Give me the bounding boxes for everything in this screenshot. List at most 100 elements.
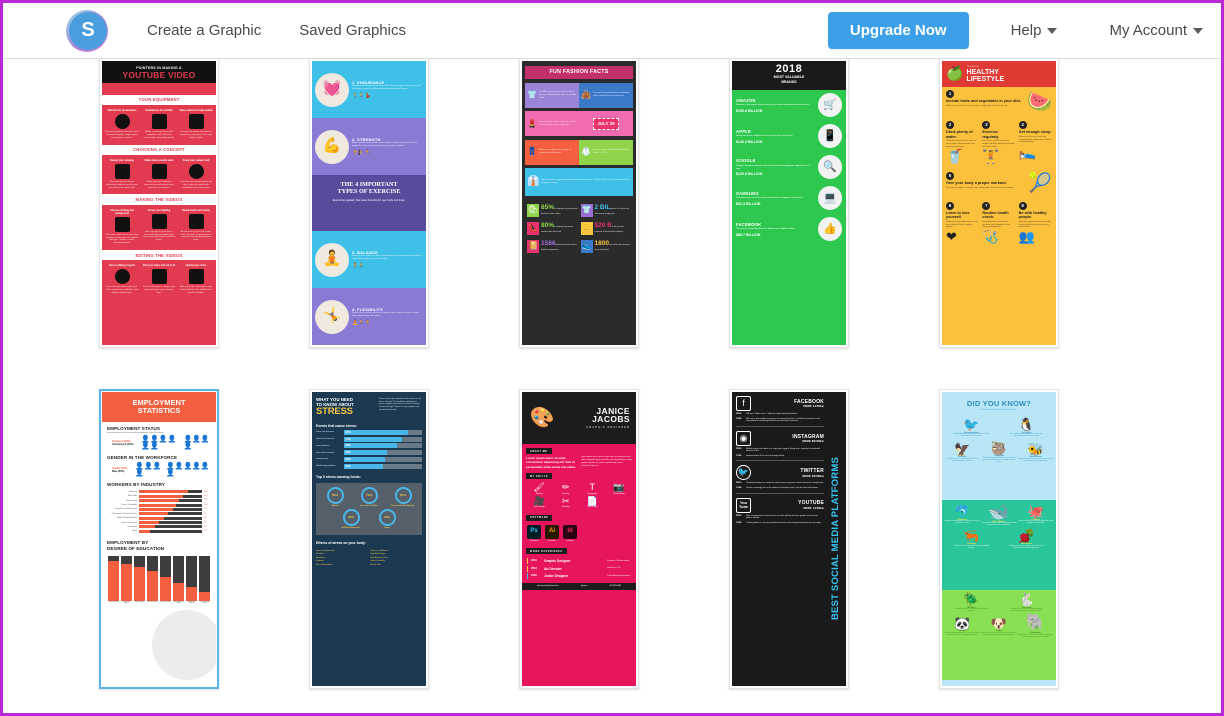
calendar-icon: JULY 29 — [593, 117, 619, 130]
shoe-icon: 👟 — [580, 239, 593, 253]
chevron-down-icon — [1193, 27, 1203, 34]
t7-bar-row: Relationship problems 50% — [312, 463, 426, 471]
thumbsup-icon: 👍 — [818, 217, 842, 242]
t5-header: 🍏 TIPS FOR A HEALTHY LIFESTYLE — [942, 61, 1056, 87]
app-header: S Create a Graphic Saved Graphics Upgrad… — [3, 3, 1221, 59]
t7-donuts-heading: Top 5 stress causing foods: — [316, 474, 361, 479]
t8-header: 🎨 JANICE JACOBS GRAPHIC DESIGNER — [522, 392, 636, 444]
t9-platform-facebook: f FACEBOOK USERS: 2.2 Billion PROS Will ove… — [736, 396, 824, 427]
basket-icon: 🛒 — [818, 93, 842, 118]
heel-icon: 👠 — [527, 221, 539, 235]
t2-tags: 🧍🏃 — [352, 262, 365, 269]
t7-bar-row: Fear and uncertainty 55% — [312, 450, 426, 457]
shirt-icon — [114, 216, 130, 232]
t3-card-strip: 💄 If your lipstick melts in summer, stand… — [525, 111, 633, 137]
lipstick-icon: 💄 — [527, 118, 537, 128]
t2-tags: 🚶🏃💃 — [352, 92, 371, 99]
template-thumbnail: 2018 MOST VALUABLE BRANDS AMAZON Amazon i… — [732, 61, 846, 345]
template-card-stress-infographic[interactable]: WHAT YOU NEED TO KNOW ABOUT STRESS Stres… — [309, 389, 429, 689]
print-icon: 📄 — [586, 495, 598, 506]
apple-icon: 🍏 — [946, 65, 964, 82]
panda-icon: 🐼 — [954, 615, 971, 631]
t3-card-strip: 👕 In 1999 a green dress went to top of th… — [525, 82, 633, 108]
my-account-menu[interactable]: My Account — [1109, 22, 1203, 39]
dog-icon: 🐶 — [990, 615, 1008, 631]
t3-banner: FUN FASHION FACTS — [525, 66, 633, 79]
smartphone-icon — [151, 114, 167, 129]
template-thumbnail: POINTERS IN MAKING A YOUTUBE VIDEO YOUR … — [102, 61, 216, 345]
t3-stats-grid: 🛍 85%of shoppers buy products based on th… — [525, 200, 633, 257]
watermelon-icon: 🍉 — [1027, 90, 1052, 113]
template-card-fun-fashion-facts[interactable]: FUN FASHION FACTS 👕 In 1999 a green dress… — [519, 58, 639, 348]
sleep-icon: 🛌 — [1018, 144, 1037, 161]
webcam-icon — [114, 114, 130, 129]
template-card-healthy-lifestyle[interactable]: 🍏 TIPS FOR A HEALTHY LIFESTYLE 1 Include … — [939, 58, 1059, 348]
template-row-2: EMPLOYMENT STATISTICS EMPLOYMENT STATUS … — [3, 389, 1221, 689]
photoshop-icon: Ps — [527, 524, 541, 539]
t9-vertical-title: BEST SOCIAL MEDIA PLATFORMS — [830, 457, 842, 621]
template-card-four-types-of-exercise[interactable]: 💓 1. ENDURANCE Improve your breathing an… — [309, 58, 429, 348]
stethoscope-icon: 🩺 — [982, 228, 999, 244]
template-card-janice-jacobs-resume[interactable]: 🎨 JANICE JACOBS GRAPHIC DESIGNER ABOUT M… — [519, 389, 639, 689]
browser-viewport: S Create a Graphic Saved Graphics Upgrad… — [0, 0, 1224, 716]
play-icon — [188, 269, 204, 285]
t10-header: DID YOU KNOW? Fun Animal Facts You Need … — [944, 394, 1054, 414]
tennis-icon: 🎾 — [1028, 172, 1052, 194]
tshirt-icon: 👕 — [580, 203, 593, 217]
elephant-icon: 🐘 — [1025, 614, 1046, 632]
help-menu[interactable]: Help — [1011, 22, 1058, 39]
template-card-employment-statistics[interactable]: EMPLOYMENT STATISTICS EMPLOYMENT STATUS … — [99, 389, 219, 689]
bra-icon: 🥼 — [581, 147, 591, 157]
t8-contact-bar: janice.jacobs@email.com @janice 478 828 … — [522, 582, 636, 590]
t8-about-tag: ABOUT ME — [526, 448, 552, 454]
my-account-label: My Account — [1109, 22, 1187, 39]
template-card-most-valuable-brands[interactable]: 2018 MOST VALUABLE BRANDS AMAZON Amazon i… — [729, 58, 849, 348]
indesign-icon: Id — [563, 524, 577, 539]
globe-watermark — [152, 610, 216, 680]
t7-bar-row: Illness and diseases 82% — [312, 429, 426, 437]
t6-header: EMPLOYMENT STATISTICS — [102, 392, 216, 422]
whale-icon: 🐋 — [988, 502, 1010, 521]
branding-icon: ✂ — [561, 495, 570, 506]
illustrator-icon: Ai — [545, 524, 559, 539]
template-row-1: POINTERS IN MAKING A YOUTUBE VIDEO YOUR … — [3, 58, 1221, 348]
edit-icon — [151, 269, 167, 285]
t6-status-pictogram: 👤👤👤👤👤👤 👤👤👤👤 — [141, 435, 210, 450]
primary-nav: Create a Graphic Saved Graphics — [147, 22, 406, 39]
t7-effects-list: Increased Depression Hair Loss / Baldnes… — [316, 549, 388, 566]
t2-tags: 🧘🏃🧍 — [352, 319, 371, 326]
handbag-icon: 👜 — [581, 90, 591, 100]
nav-saved-graphics[interactable]: Saved Graphics — [299, 22, 406, 39]
help-menu-label: Help — [1010, 22, 1042, 39]
t2-flexibility-band: 🤸 4. FLEXIBILITY Stretch your muscles se… — [312, 288, 426, 345]
t1-header: POINTERS IN MAKING A YOUTUBE VIDEO — [102, 61, 216, 83]
app-logo[interactable]: S — [66, 9, 108, 52]
water-bottle-icon: 🥤 — [946, 148, 964, 165]
t10-subtitle: Fun Animal Facts You Need To Know — [981, 409, 1017, 412]
jellyfish-icon: 🫜 — [1018, 528, 1035, 544]
template-thumbnail: 💓 1. ENDURANCE Improve your breathing an… — [312, 61, 426, 345]
t8-software-list: Ps Photoshop Ai Illustrator Id InDesign — [522, 523, 636, 544]
template-card-youtube-video-pointers[interactable]: POINTERS IN MAKING A YOUTUBE VIDEO YOUR … — [99, 58, 219, 348]
stopwatch-icon — [188, 163, 204, 179]
template-card-best-social-media-platforms[interactable]: f FACEBOOK USERS: 2.2 Billion PROS Will ove… — [729, 389, 849, 689]
ostrich-icon: 🦥 — [990, 440, 1008, 456]
t4-brand-row: SAMSUNG Fast becoming one of the most pow… — [732, 183, 846, 214]
template-card-did-you-know-animal-facts[interactable]: DID YOU KNOW? Fun Animal Facts You Need … — [939, 389, 1059, 689]
heartbeat-icon: 💓 — [315, 72, 349, 107]
heart-icon: ❤ — [946, 228, 957, 244]
people-icon — [151, 163, 167, 179]
t6-industry-chart: Healthcare 20.5 Retail Trade 16.5 Manufact… — [111, 490, 208, 533]
t5-tip-row: 5 Give your body a proper workout. The wor… — [946, 171, 1052, 194]
video-icon: 🎥 — [533, 495, 545, 506]
download-icon — [114, 269, 130, 285]
nav-create-a-graphic[interactable]: Create a Graphic — [147, 22, 261, 39]
t1-title-line2: YOUTUBE VIDEO — [122, 70, 196, 81]
upgrade-now-button[interactable]: Upgrade Now — [827, 12, 969, 49]
t3-card-strip: 👔 Most neckwear originally symbolised ran… — [525, 168, 633, 197]
youtube-icon: You Tube — [736, 497, 751, 513]
t1-section-heading: YOUR EQUIPMENT — [102, 94, 216, 105]
hummingbird-icon: 🐦 — [963, 417, 980, 433]
photo-icon: 📷 — [613, 482, 625, 493]
cheetah-icon: 🐇 — [1018, 592, 1035, 607]
